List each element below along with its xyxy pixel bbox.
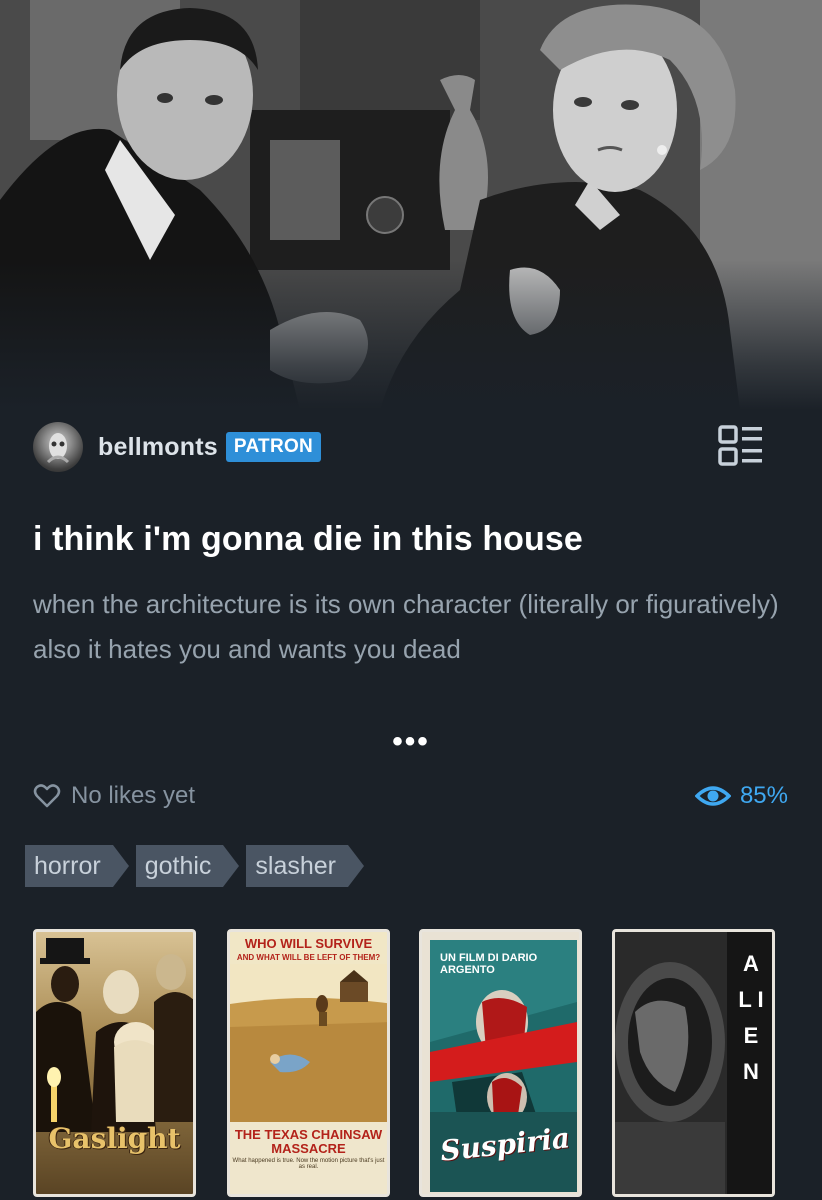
poster-suspiria[interactable]: UN FILM DI DARIO ARGENTO Suspiria bbox=[419, 929, 582, 1197]
poster-texas-chainsaw-massacre[interactable]: WHO WILL SURVIVE AND WHAT WILL BE LEFT O… bbox=[227, 929, 390, 1197]
likes[interactable]: No likes yet bbox=[33, 782, 195, 810]
tag-list: horror gothic slasher bbox=[25, 845, 371, 887]
poster-alien-title: A L I E N bbox=[738, 951, 764, 1084]
tag-gothic[interactable]: gothic bbox=[135, 845, 240, 887]
poster-tcm-footer: What happened is true. Now the motion pi… bbox=[232, 1158, 385, 1170]
author-row: bellmonts PATRON bbox=[33, 419, 322, 475]
poster-suspiria-director: UN FILM DI DARIO ARGENTO bbox=[440, 952, 538, 976]
post-description: when the architecture is its own charact… bbox=[33, 589, 779, 664]
poster-tcm-tagline-sub: AND WHAT WILL BE LEFT OF THEM? bbox=[236, 953, 381, 962]
post-card: bellmonts PATRON i think i'm gonna die i… bbox=[0, 0, 822, 1200]
post-title[interactable]: i think i'm gonna die in this house bbox=[33, 520, 793, 559]
poster-gaslight[interactable]: Gaslight bbox=[33, 929, 196, 1197]
skull-icon bbox=[46, 433, 70, 464]
poster-gaslight-art bbox=[36, 938, 193, 1132]
heart-icon[interactable] bbox=[33, 783, 61, 809]
tag-horror[interactable]: horror bbox=[25, 845, 129, 887]
likes-label: No likes yet bbox=[71, 782, 196, 809]
poster-tcm-title: THE TEXAS CHAINSAW MASSACRE bbox=[234, 1127, 383, 1156]
patron-badge: PATRON bbox=[225, 432, 322, 462]
hero-image[interactable] bbox=[0, 0, 822, 410]
more-options-button[interactable]: ••• bbox=[386, 724, 436, 760]
views: 85% bbox=[694, 782, 788, 810]
avatar[interactable] bbox=[33, 422, 83, 472]
poster-gaslight-title: Gaslight bbox=[48, 1122, 181, 1155]
poster-tcm-tagline: WHO WILL SURVIVE bbox=[244, 936, 373, 951]
eye-icon bbox=[694, 786, 731, 806]
poster-alien[interactable]: A L I E N bbox=[612, 929, 775, 1197]
list-view-icon[interactable] bbox=[717, 424, 765, 468]
author-username[interactable]: bellmonts bbox=[98, 433, 218, 462]
views-percentage: 85% bbox=[739, 782, 788, 809]
tag-slasher[interactable]: slasher bbox=[246, 845, 364, 887]
